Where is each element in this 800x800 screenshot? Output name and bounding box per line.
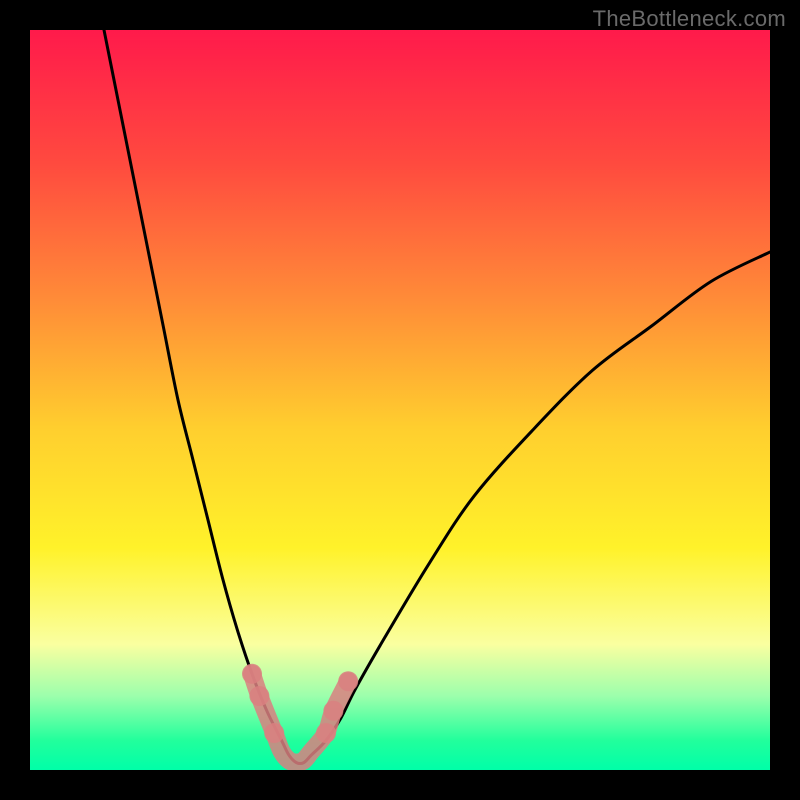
optimal-marker-dot <box>323 701 343 721</box>
bottleneck-chart <box>30 30 770 770</box>
optimal-marker-dot <box>249 686 269 706</box>
watermark-text: TheBottleneck.com <box>593 6 786 32</box>
optimal-marker-dot <box>242 664 262 684</box>
optimal-marker-dot <box>264 723 284 743</box>
optimal-marker-dot <box>316 723 336 743</box>
gradient-background <box>30 30 770 770</box>
chart-frame: TheBottleneck.com <box>0 0 800 800</box>
plot-area <box>30 30 770 770</box>
optimal-marker-dot <box>338 671 358 691</box>
